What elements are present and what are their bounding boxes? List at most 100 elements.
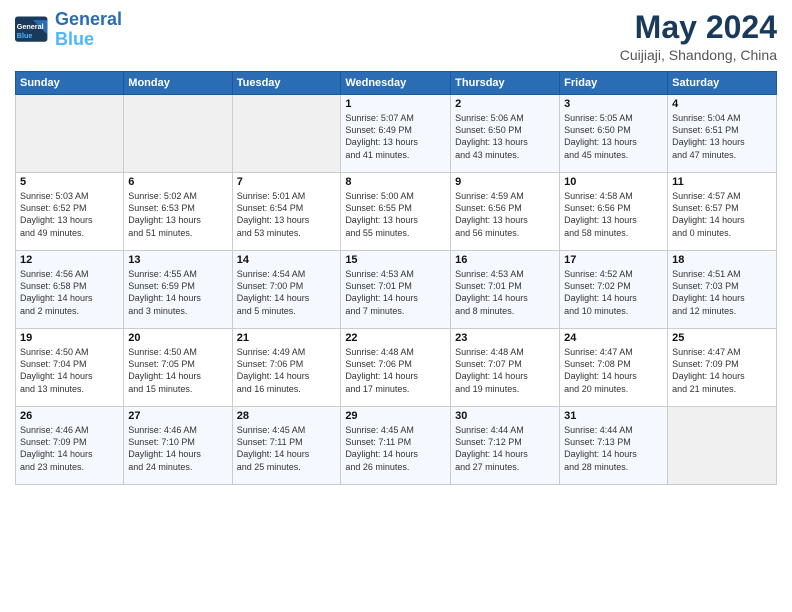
cell-day-number: 13	[128, 254, 227, 266]
cell-info: Sunrise: 4:46 AM Sunset: 7:10 PM Dayligh…	[128, 424, 227, 473]
cell-day-number: 21	[237, 332, 337, 344]
cell-info: Sunrise: 4:48 AM Sunset: 7:07 PM Dayligh…	[455, 346, 555, 395]
cell-info: Sunrise: 4:53 AM Sunset: 7:01 PM Dayligh…	[455, 268, 555, 317]
cell-day-number: 10	[564, 176, 663, 188]
svg-text:Blue: Blue	[17, 31, 33, 40]
calendar-cell: 19 Sunrise: 4:50 AM Sunset: 7:04 PM Dayli…	[16, 329, 124, 407]
cell-day-number: 7	[237, 176, 337, 188]
calendar-cell: 11 Sunrise: 4:57 AM Sunset: 6:57 PM Dayli…	[668, 173, 777, 251]
cell-info: Sunrise: 4:45 AM Sunset: 7:11 PM Dayligh…	[237, 424, 337, 473]
calendar-cell	[668, 407, 777, 485]
cell-info: Sunrise: 4:51 AM Sunset: 7:03 PM Dayligh…	[672, 268, 772, 317]
calendar-cell	[124, 95, 232, 173]
calendar-cell: 12Sunrise: 4:56 AM Sunset: 6:58 PM Dayli…	[16, 251, 124, 329]
calendar-cell: 28 Sunrise: 4:45 AM Sunset: 7:11 PM Dayli…	[232, 407, 341, 485]
cell-day-number: 5	[20, 176, 119, 188]
calendar-cell: 29Sunrise: 4:45 AM Sunset: 7:11 PM Dayli…	[341, 407, 451, 485]
cell-info: Sunrise: 4:47 AM Sunset: 7:08 PM Dayligh…	[564, 346, 663, 395]
cell-day-number: 2	[455, 98, 555, 110]
cell-day-number: 12	[20, 254, 119, 266]
calendar-week-row: 5 Sunrise: 5:03 AM Sunset: 6:52 PM Daylig…	[16, 173, 777, 251]
cell-day-number: 11	[672, 176, 772, 188]
cell-day-number: 28	[237, 410, 337, 422]
weekday-header-tuesday: Tuesday	[232, 72, 341, 95]
cell-info: Sunrise: 4:50 AM Sunset: 7:04 PM Dayligh…	[20, 346, 119, 395]
cell-day-number: 22	[345, 332, 446, 344]
cell-day-number: 18	[672, 254, 772, 266]
calendar-cell: 2 Sunrise: 5:06 AM Sunset: 6:50 PM Daylig…	[451, 95, 560, 173]
cell-info: Sunrise: 4:59 AM Sunset: 6:56 PM Dayligh…	[455, 190, 555, 239]
cell-day-number: 6	[128, 176, 227, 188]
calendar-week-row: 1 Sunrise: 5:07 AM Sunset: 6:49 PM Daylig…	[16, 95, 777, 173]
calendar-week-row: 12Sunrise: 4:56 AM Sunset: 6:58 PM Dayli…	[16, 251, 777, 329]
cell-info: Sunrise: 4:46 AM Sunset: 7:09 PM Dayligh…	[20, 424, 119, 473]
cell-day-number: 4	[672, 98, 772, 110]
calendar-cell: 6 Sunrise: 5:02 AM Sunset: 6:53 PM Daylig…	[124, 173, 232, 251]
header: General Blue GeneralBlue May 2024 Cuijia…	[15, 10, 777, 63]
cell-info: Sunrise: 4:50 AM Sunset: 7:05 PM Dayligh…	[128, 346, 227, 395]
title-section: May 2024 Cuijiaji, Shandong, China	[620, 10, 777, 63]
weekday-header-saturday: Saturday	[668, 72, 777, 95]
calendar-cell: 14Sunrise: 4:54 AM Sunset: 7:00 PM Dayli…	[232, 251, 341, 329]
logo-icon: General Blue	[15, 16, 51, 44]
cell-info: Sunrise: 4:44 AM Sunset: 7:13 PM Dayligh…	[564, 424, 663, 473]
calendar-cell: 23 Sunrise: 4:48 AM Sunset: 7:07 PM Dayli…	[451, 329, 560, 407]
weekday-header-friday: Friday	[560, 72, 668, 95]
cell-day-number: 24	[564, 332, 663, 344]
cell-day-number: 23	[455, 332, 555, 344]
weekday-header-monday: Monday	[124, 72, 232, 95]
calendar-cell	[232, 95, 341, 173]
weekday-header-sunday: Sunday	[16, 72, 124, 95]
calendar-cell: 30 Sunrise: 4:44 AM Sunset: 7:12 PM Dayli…	[451, 407, 560, 485]
calendar-cell: 15Sunrise: 4:53 AM Sunset: 7:01 PM Dayli…	[341, 251, 451, 329]
calendar-cell: 1 Sunrise: 5:07 AM Sunset: 6:49 PM Daylig…	[341, 95, 451, 173]
calendar-cell: 9 Sunrise: 4:59 AM Sunset: 6:56 PM Daylig…	[451, 173, 560, 251]
calendar-cell	[16, 95, 124, 173]
cell-day-number: 3	[564, 98, 663, 110]
calendar-cell: 21 Sunrise: 4:49 AM Sunset: 7:06 PM Dayli…	[232, 329, 341, 407]
page: General Blue GeneralBlue May 2024 Cuijia…	[0, 0, 792, 612]
cell-info: Sunrise: 5:06 AM Sunset: 6:50 PM Dayligh…	[455, 112, 555, 161]
calendar-week-row: 19 Sunrise: 4:50 AM Sunset: 7:04 PM Dayli…	[16, 329, 777, 407]
svg-text:General: General	[17, 22, 44, 31]
calendar-cell: 31Sunrise: 4:44 AM Sunset: 7:13 PM Dayli…	[560, 407, 668, 485]
weekday-header-row: SundayMondayTuesdayWednesdayThursdayFrid…	[16, 72, 777, 95]
cell-info: Sunrise: 4:55 AM Sunset: 6:59 PM Dayligh…	[128, 268, 227, 317]
cell-day-number: 19	[20, 332, 119, 344]
weekday-header-wednesday: Wednesday	[341, 72, 451, 95]
cell-info: Sunrise: 5:07 AM Sunset: 6:49 PM Dayligh…	[345, 112, 446, 161]
calendar-cell: 20Sunrise: 4:50 AM Sunset: 7:05 PM Dayli…	[124, 329, 232, 407]
calendar-cell: 22Sunrise: 4:48 AM Sunset: 7:06 PM Dayli…	[341, 329, 451, 407]
calendar-cell: 8Sunrise: 5:00 AM Sunset: 6:55 PM Daylig…	[341, 173, 451, 251]
cell-info: Sunrise: 5:05 AM Sunset: 6:50 PM Dayligh…	[564, 112, 663, 161]
cell-info: Sunrise: 5:00 AM Sunset: 6:55 PM Dayligh…	[345, 190, 446, 239]
logo-text: GeneralBlue	[55, 10, 122, 50]
calendar-table: SundayMondayTuesdayWednesdayThursdayFrid…	[15, 71, 777, 485]
calendar-cell: 18 Sunrise: 4:51 AM Sunset: 7:03 PM Dayli…	[668, 251, 777, 329]
cell-day-number: 25	[672, 332, 772, 344]
cell-info: Sunrise: 4:53 AM Sunset: 7:01 PM Dayligh…	[345, 268, 446, 317]
cell-info: Sunrise: 4:44 AM Sunset: 7:12 PM Dayligh…	[455, 424, 555, 473]
calendar-cell: 7Sunrise: 5:01 AM Sunset: 6:54 PM Daylig…	[232, 173, 341, 251]
calendar-cell: 24 Sunrise: 4:47 AM Sunset: 7:08 PM Dayli…	[560, 329, 668, 407]
cell-info: Sunrise: 5:04 AM Sunset: 6:51 PM Dayligh…	[672, 112, 772, 161]
cell-day-number: 9	[455, 176, 555, 188]
cell-day-number: 30	[455, 410, 555, 422]
calendar-cell: 10 Sunrise: 4:58 AM Sunset: 6:56 PM Dayli…	[560, 173, 668, 251]
location: Cuijiaji, Shandong, China	[620, 47, 777, 63]
cell-info: Sunrise: 5:03 AM Sunset: 6:52 PM Dayligh…	[20, 190, 119, 239]
cell-info: Sunrise: 5:02 AM Sunset: 6:53 PM Dayligh…	[128, 190, 227, 239]
calendar-cell: 16Sunrise: 4:53 AM Sunset: 7:01 PM Dayli…	[451, 251, 560, 329]
calendar-cell: 25 Sunrise: 4:47 AM Sunset: 7:09 PM Dayli…	[668, 329, 777, 407]
cell-info: Sunrise: 4:57 AM Sunset: 6:57 PM Dayligh…	[672, 190, 772, 239]
cell-day-number: 26	[20, 410, 119, 422]
cell-info: Sunrise: 4:54 AM Sunset: 7:00 PM Dayligh…	[237, 268, 337, 317]
cell-day-number: 17	[564, 254, 663, 266]
calendar-week-row: 26 Sunrise: 4:46 AM Sunset: 7:09 PM Dayli…	[16, 407, 777, 485]
cell-info: Sunrise: 4:58 AM Sunset: 6:56 PM Dayligh…	[564, 190, 663, 239]
calendar-cell: 5 Sunrise: 5:03 AM Sunset: 6:52 PM Daylig…	[16, 173, 124, 251]
cell-info: Sunrise: 4:47 AM Sunset: 7:09 PM Dayligh…	[672, 346, 772, 395]
month-title: May 2024	[620, 10, 777, 45]
cell-day-number: 1	[345, 98, 446, 110]
cell-info: Sunrise: 4:49 AM Sunset: 7:06 PM Dayligh…	[237, 346, 337, 395]
